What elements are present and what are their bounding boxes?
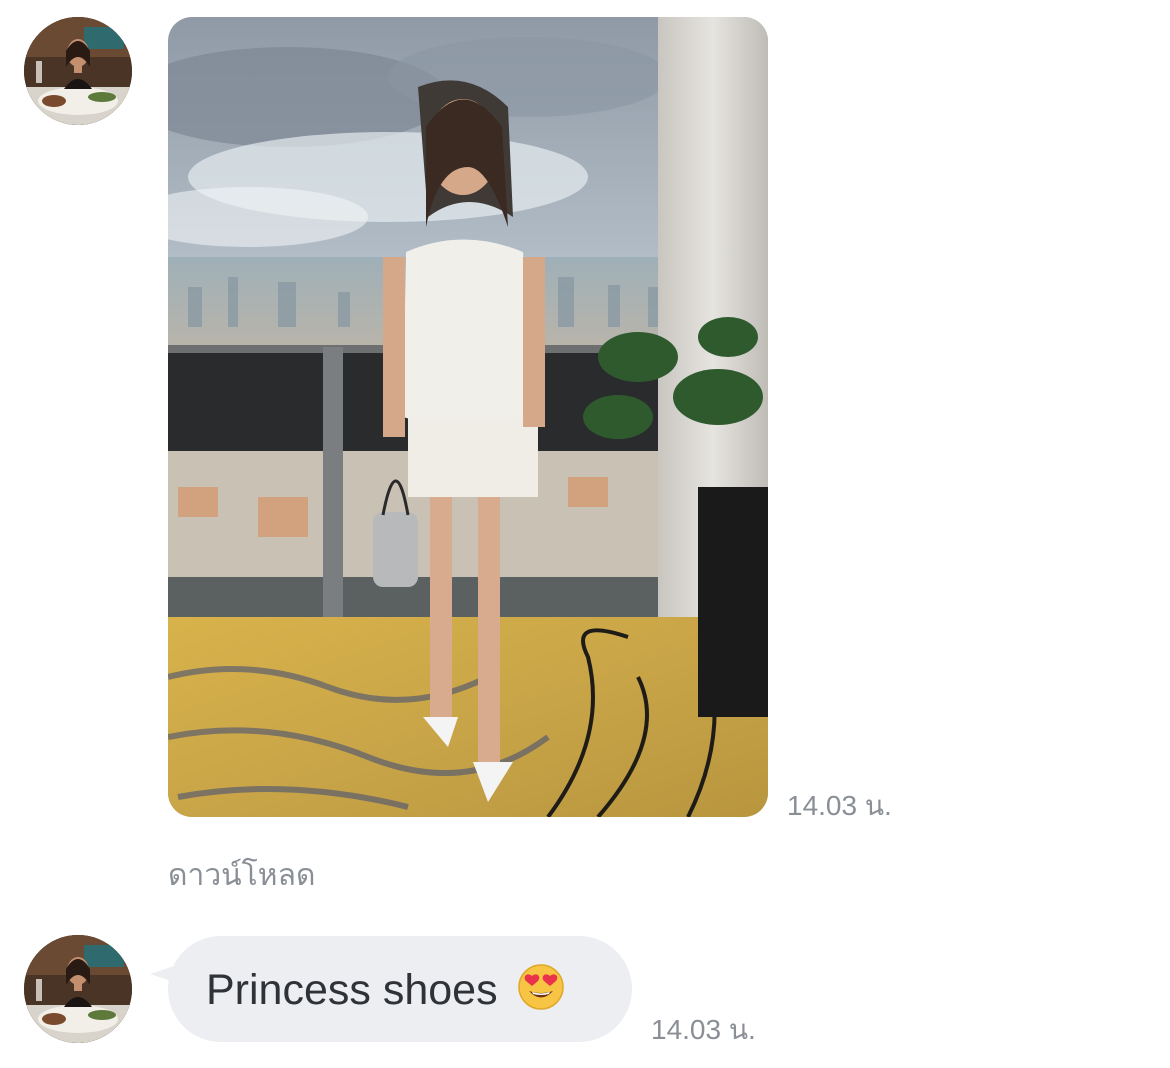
message-text-content: Princess shoes [206, 965, 498, 1014]
message-timestamp: 14.03 น. [651, 1014, 756, 1045]
message-timestamp: 14.03 น. [787, 790, 892, 821]
heart-eyes-emoji-icon [517, 963, 564, 1010]
avatar-image [24, 17, 132, 125]
photo-image [168, 17, 768, 817]
download-link[interactable]: ดาวน์โหลด [168, 852, 315, 899]
sender-avatar[interactable] [24, 17, 132, 125]
avatar-image [24, 935, 132, 1043]
sender-avatar[interactable] [24, 935, 132, 1043]
message-text: Princess shoes [206, 963, 564, 1015]
shared-photo[interactable] [168, 17, 768, 817]
message-bubble[interactable]: Princess shoes [168, 936, 632, 1042]
